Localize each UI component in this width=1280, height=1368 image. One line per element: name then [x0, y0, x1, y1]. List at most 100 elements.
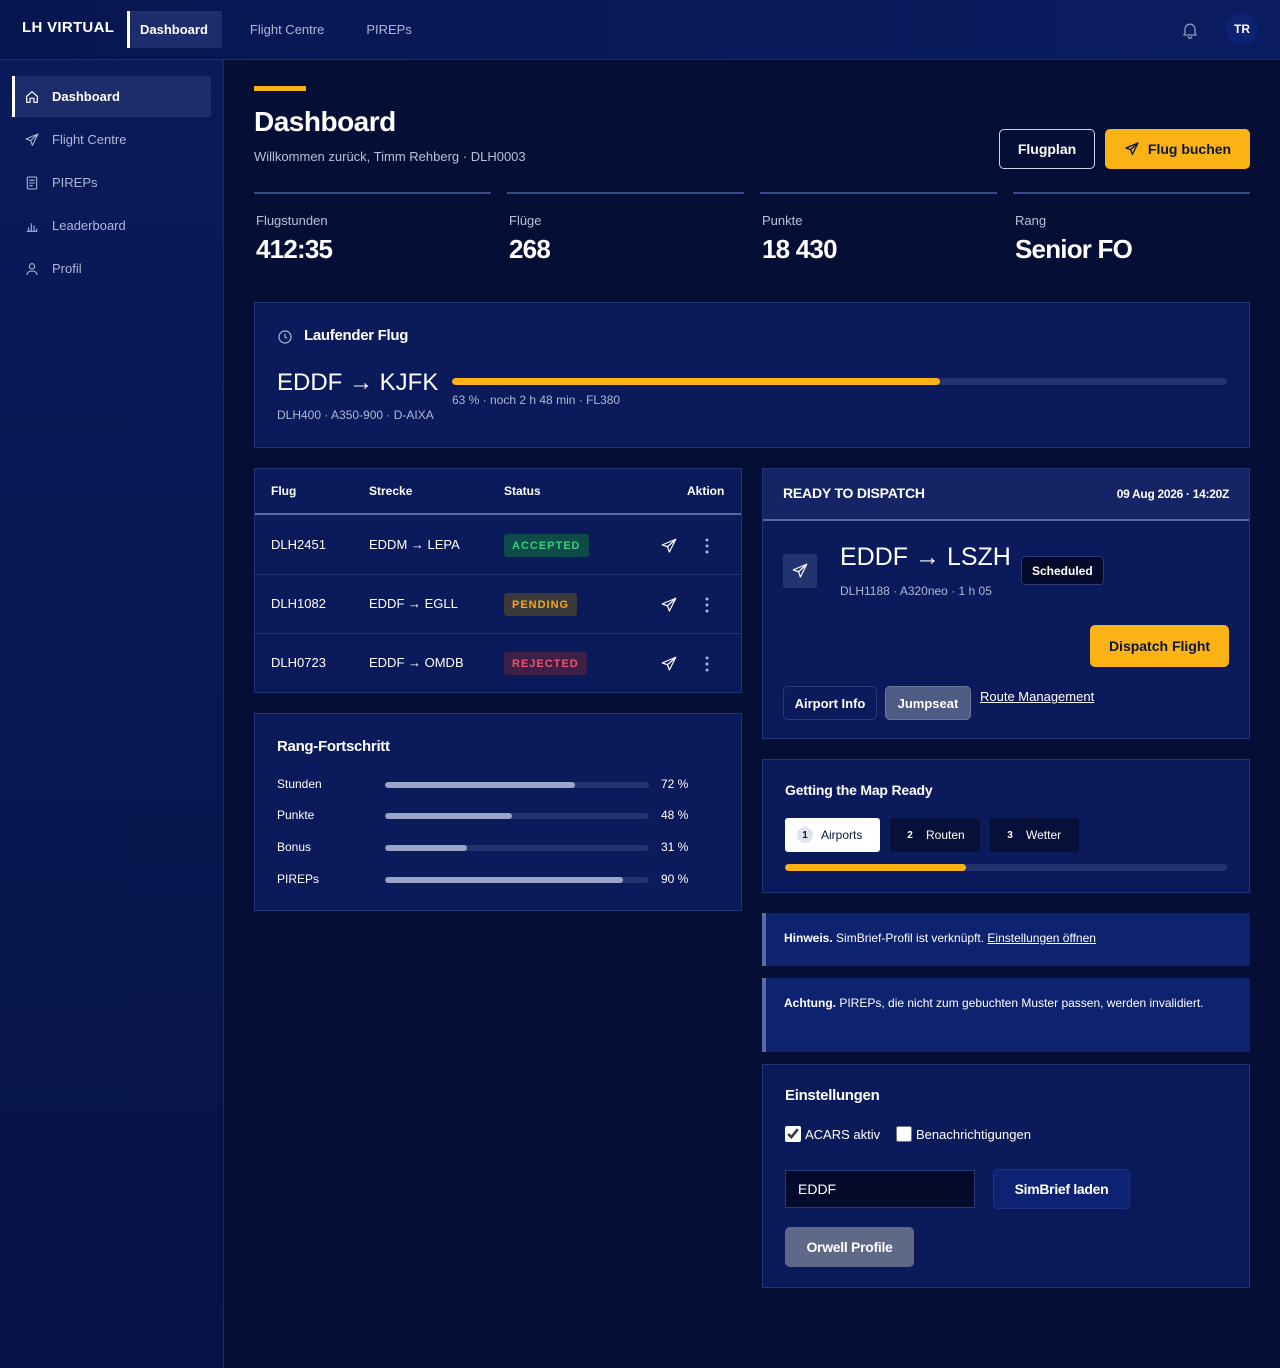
col-aktion: Aktion [687, 484, 725, 498]
col-strecke: Strecke [369, 484, 413, 498]
step-number: 1 [797, 827, 813, 843]
step-routen[interactable]: 2 Routen [890, 818, 980, 852]
dispatch-plane-box [783, 554, 817, 588]
bar-chart-icon [26, 222, 38, 232]
settings-title: Einstellungen [785, 1087, 880, 1104]
rank-progress-fill [385, 782, 576, 788]
table-header: Flug Strecke Status Aktion [255, 469, 741, 515]
flugplan-button[interactable]: Flugplan [999, 129, 1095, 169]
rank-progress-label: Stunden [277, 777, 322, 791]
sidebar-item-flight-centre[interactable]: Flight Centre [12, 119, 211, 160]
plane-icon [1125, 142, 1139, 155]
rank-progress-pct: 31 % [661, 840, 689, 854]
sidebar-item-pireps[interactable]: PIREPs [12, 162, 211, 203]
map-ready-card: Getting the Map Ready 1 Airports 2 Route… [762, 759, 1250, 893]
more-vertical-icon[interactable] [702, 595, 712, 615]
topnav-dashboard[interactable]: Dashboard [127, 11, 222, 48]
acars-checkbox[interactable] [785, 1126, 801, 1142]
settings-card: Einstellungen ACARS aktiv Benachrichtigu… [762, 1064, 1250, 1288]
rank-progress-card: Rang-Fortschritt Stunden 72 % Punkte 48 … [254, 713, 742, 911]
cell-flug: DLH2451 [271, 537, 326, 552]
bell-icon[interactable] [1180, 20, 1200, 40]
running-flight-progress [452, 378, 1227, 385]
rank-progress-fill [385, 813, 512, 819]
table-row[interactable]: DLH2451 EDDM → LEPA ACCEPTED [255, 516, 741, 575]
sidebar-item-dashboard[interactable]: Dashboard [12, 76, 211, 117]
cell-strecke: EDDF → OMDB [369, 655, 464, 670]
brand-logo[interactable]: LH VIRTUAL [22, 19, 114, 36]
notifications-checkbox-label[interactable]: Benachrichtigungen [896, 1126, 1031, 1142]
stat-label: Rang [1015, 213, 1047, 228]
open-settings-link[interactable]: Einstellungen öffnen [987, 931, 1096, 945]
page-title: Dashboard [254, 106, 396, 137]
topnav-pireps[interactable]: PIREPs [352, 11, 426, 48]
stat-label: Flüge [509, 213, 542, 228]
user-avatar[interactable]: TR [1226, 13, 1258, 45]
warning-notice: Achtung. PIREPs, die nicht zum gebuchten… [762, 978, 1250, 1052]
stat-value: Senior FO [1015, 234, 1133, 264]
topnav-flight-centre[interactable]: Flight Centre [236, 11, 338, 48]
sidebar-item-label: PIREPs [52, 175, 98, 190]
stat-value: 412:35 [256, 234, 333, 264]
col-status: Status [504, 484, 541, 498]
notifications-checkbox[interactable] [896, 1126, 912, 1142]
acars-checkbox-label[interactable]: ACARS aktiv [785, 1126, 880, 1142]
document-icon [26, 175, 38, 190]
send-plane-icon[interactable] [660, 655, 678, 673]
top-nav: Dashboard Flight Centre PIREPs [127, 11, 440, 48]
clock-icon [278, 330, 292, 344]
route-management-link[interactable]: Route Management [980, 689, 1094, 704]
hint-text: SimBrief-Profil ist verknüpft. [832, 931, 988, 945]
table-row[interactable]: DLH1082 EDDF → EGLL PENDING [255, 575, 741, 634]
rank-progress-row: Bonus 31 % [277, 838, 717, 858]
rank-progress-fill [385, 877, 623, 883]
stat-value: 18 430 [762, 234, 838, 264]
flug-buchen-label: Flug buchen [1147, 141, 1232, 157]
running-flight-route: EDDF → KJFK [277, 369, 439, 396]
step-label: Routen [926, 828, 965, 842]
rank-progress-row: Punkte 48 % [277, 806, 717, 826]
dispatch-title: READY TO DISPATCH [783, 485, 925, 501]
airport-info-button[interactable]: Airport Info [783, 686, 877, 720]
dispatch-route: EDDF → LSZH [840, 543, 1011, 571]
airport-input[interactable] [785, 1170, 975, 1208]
rank-progress-label: PIREPs [277, 872, 320, 886]
step-number: 3 [1007, 829, 1013, 841]
rank-progress-label: Bonus [277, 840, 312, 854]
dispatch-details: DLH1188 · A320neo · 1 h 05 [840, 584, 992, 598]
top-bar: LH VIRTUAL Dashboard Flight Centre PIREP… [0, 0, 1280, 60]
stat-label: Punkte [762, 213, 803, 228]
hint-label: Hinweis. [784, 931, 833, 945]
simbrief-load-button[interactable]: SimBrief laden [993, 1169, 1130, 1209]
stat-label: Flugstunden [256, 213, 328, 228]
step-number: 2 [907, 829, 913, 841]
col-flug: Flug [271, 484, 297, 498]
orwell-profile-button[interactable]: Orwell Profile [785, 1227, 914, 1267]
dispatch-date: 09 Aug 2026 · 14:20Z [1116, 487, 1230, 501]
more-vertical-icon[interactable] [702, 654, 712, 674]
table-row[interactable]: DLH0723 EDDF → OMDB REJECTED [255, 634, 741, 693]
stat-flugstunden: Flugstunden 412:35 [254, 192, 491, 272]
running-flight-progress-fill [452, 378, 941, 385]
flug-buchen-button[interactable]: Flug buchen [1105, 129, 1250, 169]
running-flight-meta: 63 % · noch 2 h 48 min · FL380 [452, 393, 621, 407]
rank-progress-track [385, 813, 649, 819]
sidebar-item-leaderboard[interactable]: Leaderboard [12, 205, 211, 246]
send-plane-icon[interactable] [660, 596, 678, 614]
step-wetter[interactable]: 3 Wetter [990, 818, 1079, 852]
jumpseat-button[interactable]: Jumpseat [885, 686, 971, 720]
rank-progress-track [385, 782, 649, 788]
rank-progress-fill [385, 845, 467, 851]
sidebar-item-profil[interactable]: Profil [12, 248, 211, 289]
sidebar-item-label: Flight Centre [52, 132, 127, 147]
stat-fluege: Flüge 268 [507, 192, 744, 272]
map-ready-title: Getting the Map Ready [785, 782, 933, 798]
rank-progress-pct: 90 % [661, 872, 689, 886]
status-badge-rejected: REJECTED [504, 652, 587, 675]
send-plane-icon[interactable] [660, 537, 678, 555]
rank-progress-track [385, 845, 649, 851]
dispatch-flight-button[interactable]: Dispatch Flight [1090, 625, 1229, 667]
step-label: Airports [821, 828, 863, 842]
more-vertical-icon[interactable] [702, 536, 712, 556]
step-airports[interactable]: 1 Airports [785, 818, 880, 852]
